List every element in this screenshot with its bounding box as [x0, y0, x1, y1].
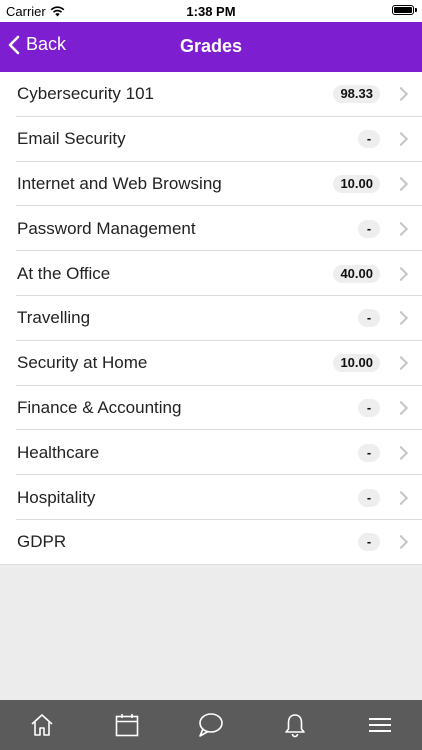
grade-badge: - [358, 219, 380, 238]
chevron-right-icon [393, 87, 409, 102]
list-item[interactable]: Internet and Web Browsing 10.00 [0, 162, 422, 207]
list-item[interactable]: Cybersecurity 101 98.33 [0, 72, 422, 117]
chevron-right-icon [393, 311, 409, 326]
list-item[interactable]: Healthcare - [0, 430, 422, 475]
list-item[interactable]: Security at Home 10.00 [0, 341, 422, 386]
tab-home[interactable] [0, 700, 84, 750]
course-name: Cybersecurity 101 [17, 84, 155, 104]
grades-list: Cybersecurity 101 98.33 Email Security -… [0, 72, 422, 565]
chevron-right-icon [393, 356, 409, 371]
grade-badge: 10.00 [333, 174, 380, 193]
tab-menu[interactable] [338, 700, 422, 750]
list-item[interactable]: Password Management - [0, 206, 422, 251]
course-name: GDPR [17, 532, 67, 552]
menu-icon [368, 718, 391, 732]
chevron-right-icon [393, 176, 409, 192]
bell-icon [285, 714, 306, 738]
chat-icon [199, 713, 223, 737]
grade-badge: 40.00 [333, 264, 380, 283]
course-name: Internet and Web Browsing [17, 173, 222, 193]
grades-screen: Carrier 1:38 PM Back Grades Cybersecurit… [0, 0, 422, 750]
grade-badge: - [358, 533, 380, 552]
chevron-right-icon [393, 221, 409, 236]
chevron-right-icon [393, 445, 409, 460]
course-name: At the Office [17, 263, 111, 283]
grade-badge: - [358, 398, 380, 417]
list-item[interactable]: Email Security - [0, 117, 422, 162]
chevron-right-icon [393, 266, 409, 281]
tab-bar [0, 700, 422, 750]
course-name: Finance & Accounting [17, 397, 182, 417]
grade-badge: - [358, 130, 380, 149]
grade-badge: - [358, 309, 380, 328]
tab-calendar[interactable] [84, 700, 168, 750]
chevron-right-icon [393, 535, 409, 550]
list-item[interactable]: GDPR - [0, 520, 422, 565]
tab-chat[interactable] [169, 700, 253, 750]
course-name: Password Management [17, 218, 196, 238]
course-name: Travelling [17, 308, 91, 328]
navigation-bar: Back Grades [0, 22, 422, 72]
course-name: Hospitality [17, 487, 96, 507]
course-name: Email Security [17, 129, 126, 149]
course-name: Security at Home [17, 353, 148, 373]
grade-badge: 98.33 [333, 85, 380, 104]
status-time: 1:38 PM [186, 4, 236, 19]
home-icon [31, 714, 53, 736]
list-item[interactable]: Finance & Accounting - [0, 386, 422, 431]
calendar-icon [115, 714, 138, 737]
list-item[interactable]: At the Office 40.00 [0, 251, 422, 296]
status-bar: Carrier 1:38 PM [0, 0, 422, 22]
battery-icon [392, 5, 417, 15]
grade-badge: - [358, 443, 380, 462]
chevron-right-icon [393, 132, 409, 147]
tab-notifications[interactable] [253, 700, 337, 750]
chevron-right-icon [393, 400, 409, 416]
battery-level [394, 7, 412, 13]
list-item[interactable]: Travelling - [0, 296, 422, 341]
grade-badge: - [358, 488, 380, 507]
list-item[interactable]: Hospitality - [0, 475, 422, 520]
page-title: Grades [179, 36, 243, 56]
course-name: Healthcare [17, 442, 100, 462]
chevron-right-icon [393, 490, 409, 505]
grade-badge: 10.00 [333, 354, 380, 373]
